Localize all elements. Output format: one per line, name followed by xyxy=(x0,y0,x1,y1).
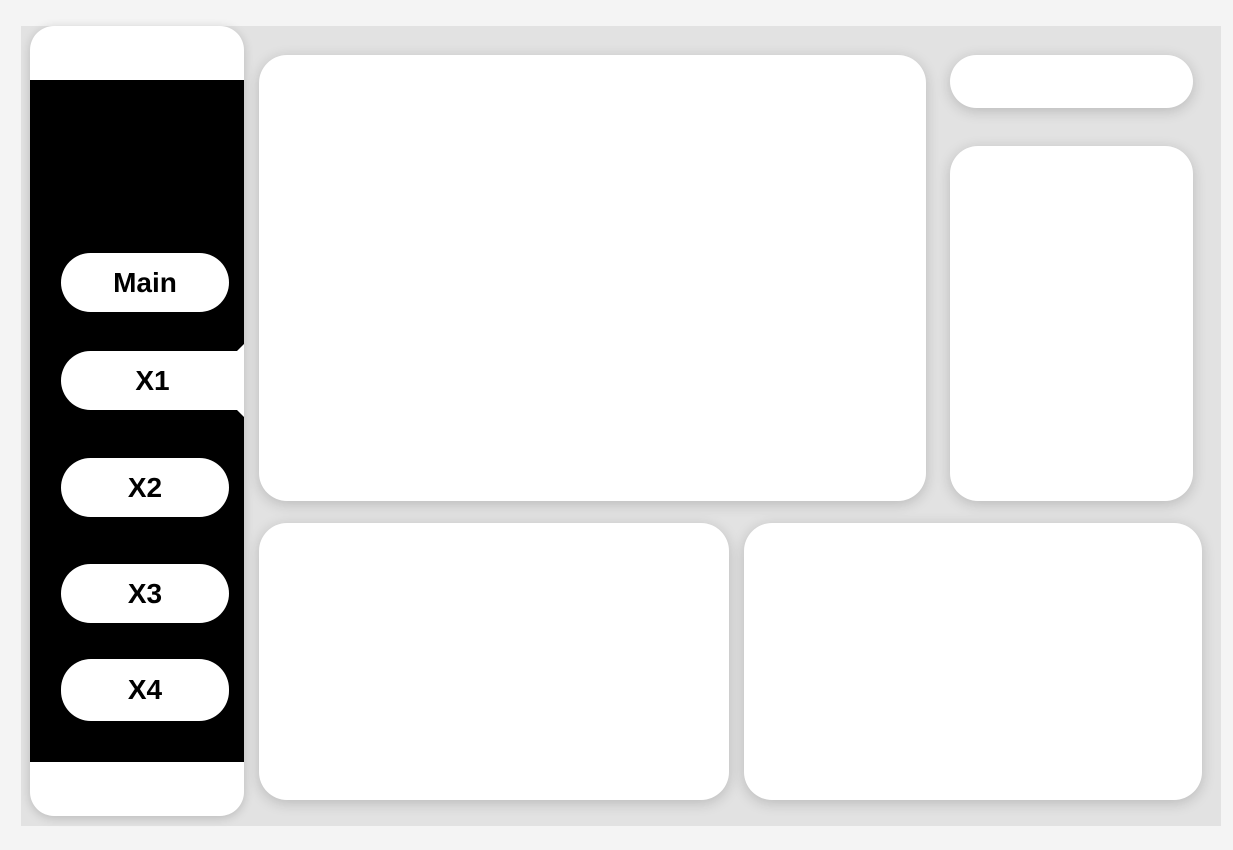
sidebar-item-x3[interactable]: X3 xyxy=(61,564,229,623)
right-panel-card xyxy=(950,146,1193,501)
bottom-left-card xyxy=(259,523,729,800)
sidebar-item-x4[interactable]: X4 xyxy=(61,659,229,721)
sidebar-nav: Main X1 X2 X3 X4 xyxy=(30,80,244,762)
main-content-card xyxy=(259,55,926,501)
bottom-right-card xyxy=(744,523,1202,800)
sidebar-item-x1[interactable]: X1 xyxy=(61,351,244,410)
sidebar-item-x2[interactable]: X2 xyxy=(61,458,229,517)
sidebar-item-main[interactable]: Main xyxy=(61,253,229,312)
top-right-bar-card xyxy=(950,55,1193,108)
sidebar: Main X1 X2 X3 X4 xyxy=(30,26,244,816)
